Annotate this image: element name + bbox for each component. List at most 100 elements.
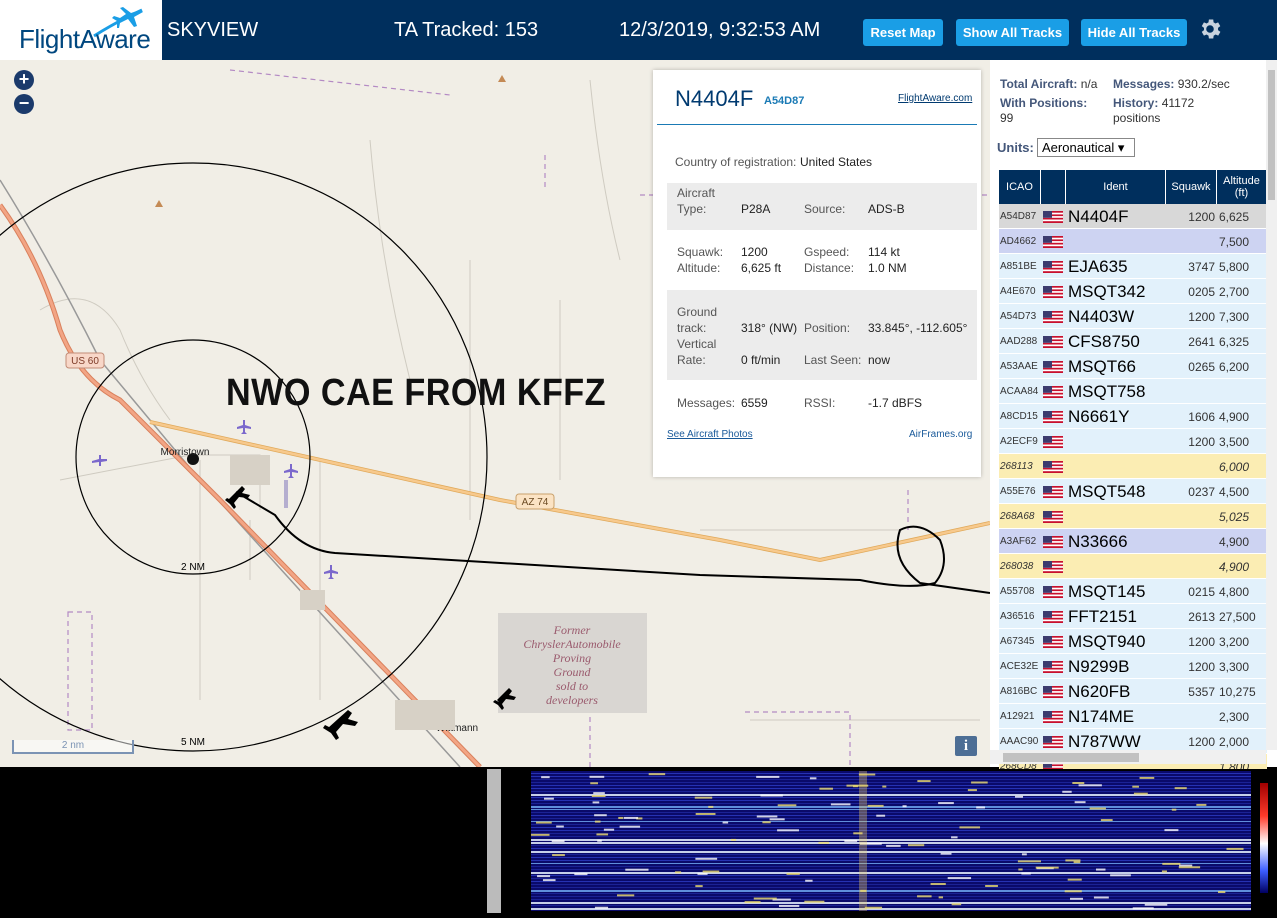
waterfall-center-signal [859,771,867,911]
waterfall-signal [938,896,944,899]
table-row[interactable]: 268113 6,000 [999,454,1267,479]
cell-icao: A55708 [1000,586,1035,597]
position-value: 33.845°, -112.605° [868,321,968,335]
table-row[interactable]: A36516 FFT2151 2613 27,500 [999,604,1267,629]
table-row[interactable]: A8CD15 N6661Y 1606 4,900 [999,404,1267,429]
us-flag-icon [1043,210,1063,223]
cell-icao: AAAC90 [1000,736,1039,747]
waterfall-signal [951,903,962,906]
cell-icao: A851BE [1000,261,1037,272]
table-row[interactable]: A4E670 MSQT342 0205 2,700 [999,279,1267,304]
flightaware-link[interactable]: FlightAware.com [898,93,972,104]
waterfall-signal [976,806,985,809]
airframes-link[interactable]: AirFrames.org [909,429,972,440]
col-icao[interactable]: ICAO [999,170,1041,204]
table-row[interactable]: A54D73 N4403W 1200 7,300 [999,304,1267,329]
table-row[interactable]: A54D87 N4404F 1200 6,625 [999,204,1267,229]
cell-ident: N787WW [1068,732,1141,751]
cell-ident: MSQT940 [1068,632,1146,651]
aircraft-photos-link[interactable]: See Aircraft Photos [667,429,753,440]
horizontal-scroll-thumb[interactable] [1003,753,1139,762]
table-row[interactable]: ACAA84 MSQT758 [999,379,1267,404]
cell-squawk: 5357 [1188,685,1215,699]
position-label: Position: [804,321,851,335]
waterfall-signal [819,787,833,790]
units-select[interactable]: Aeronautical ▾ [1037,138,1135,157]
show-all-tracks-button[interactable]: Show All Tracks [956,19,1069,46]
distance-value: 1.0 NM [868,261,907,275]
waterfall-line [531,848,1251,849]
flightaware-logo[interactable]: FlightAware [0,0,162,60]
table-row[interactable]: AAD288 CFS8750 2641 6,325 [999,329,1267,354]
cell-ident: MSQT145 [1068,582,1146,601]
table-row[interactable]: 268038 4,900 [999,554,1267,579]
zoom-in-button[interactable]: + [14,70,34,90]
table-row[interactable]: AD4662 7,500 [999,229,1267,254]
waterfall-signal [552,854,565,857]
cell-squawk: 1200 [1188,735,1215,749]
waterfall-signal [786,872,800,875]
us-flag-icon [1043,285,1063,298]
vertical-rate-label: Vertical [677,337,717,351]
waterfall-line [531,788,1251,789]
table-row[interactable]: 268A68 5,025 [999,504,1267,529]
cell-icao: A55E76 [1000,486,1036,497]
waterfall-line [531,821,1251,822]
table-row[interactable]: A12921 N174ME 2,300 [999,704,1267,729]
col-squawk[interactable]: Squawk [1166,170,1217,204]
us-flag-icon [1043,635,1063,648]
gear-icon[interactable] [1197,16,1223,42]
waterfall-signal [594,814,607,817]
col-altitude-label: Altitude [1223,175,1260,187]
table-row[interactable]: A851BE EJA635 3747 5,800 [999,254,1267,279]
waterfall-line [531,884,1251,885]
col-ident[interactable]: Ident [1066,170,1166,204]
table-row[interactable]: A816BC N620FB 5357 10,275 [999,679,1267,704]
waterfall-signal [695,857,718,860]
table-row[interactable]: A53AAE MSQT66 0265 6,200 [999,354,1267,379]
messages-value: 6559 [741,396,768,410]
waterfall-signal [594,906,609,909]
table-row[interactable]: A2ECF9 1200 3,500 [999,429,1267,454]
waterfall-signal [778,904,800,907]
waterfall-signal [917,780,931,783]
cell-altitude: 6,200 [1219,360,1250,374]
waterfall-signal [760,794,783,797]
table-row[interactable]: A3AF62 N33666 4,900 [999,529,1267,554]
col-flag[interactable] [1041,170,1066,204]
info-button[interactable]: i [955,736,977,756]
waterfall-signal [1133,792,1148,795]
waterfall-signal [618,816,624,819]
vertical-scroll-thumb[interactable] [1268,70,1275,200]
cell-ident: N174ME [1068,707,1135,726]
cell-squawk: 1606 [1188,410,1215,424]
us-flag-icon [1043,560,1063,573]
us-flag-icon [1043,460,1063,473]
zoom-out-button[interactable]: − [14,94,34,114]
waterfall-signal [1171,808,1177,811]
table-row[interactable]: A55708 MSQT145 0215 4,800 [999,579,1267,604]
table-row[interactable]: A67345 MSQT940 1200 3,200 [999,629,1267,654]
waterfall-signal [830,803,851,806]
waterfall-line [531,842,1251,844]
reset-map-button[interactable]: Reset Map [863,19,943,46]
waterfall-signal [695,812,716,815]
waterfall-signal [1144,903,1168,906]
pane-divider[interactable] [487,769,501,913]
source-value: ADS-B [868,202,905,216]
waterfall-signal [1072,782,1085,785]
waterfall-line [531,800,1251,801]
us-flag-icon [1043,435,1063,448]
waterfall-signal [804,900,825,903]
col-altitude[interactable]: Altitude (ft) [1217,170,1267,204]
cell-ident: EJA635 [1068,257,1128,276]
table-row[interactable]: ACE32E N9299B 1200 3,300 [999,654,1267,679]
waterfall-line [531,899,1251,900]
waterfall-line [531,860,1251,861]
hide-all-tracks-button[interactable]: Hide All Tracks [1081,19,1187,46]
waterfall-line [531,812,1251,813]
waterfall-signal [777,804,797,807]
waterfall-signal [542,879,556,882]
cell-altitude: 6,000 [1219,460,1250,474]
table-row[interactable]: A55E76 MSQT548 0237 4,500 [999,479,1267,504]
